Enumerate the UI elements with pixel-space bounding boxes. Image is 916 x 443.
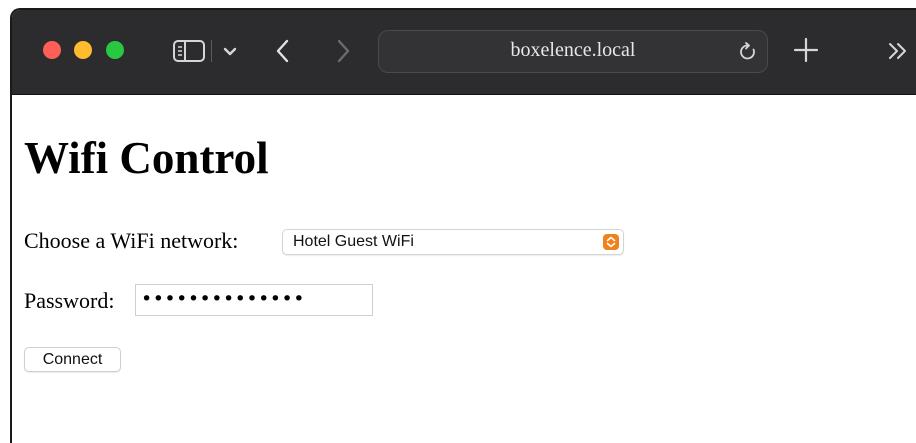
address-bar[interactable]: boxelence.local bbox=[378, 30, 768, 73]
password-value: •••••••••••••• bbox=[141, 288, 305, 310]
network-select-value: Hotel Guest WiFi bbox=[293, 233, 414, 250]
connect-button[interactable]: Connect bbox=[24, 347, 121, 372]
password-label: Password: bbox=[24, 288, 115, 313]
page-content: Wifi Control Choose a WiFi network: Hote… bbox=[24, 94, 916, 443]
close-window-icon[interactable] bbox=[43, 41, 61, 59]
browser-toolbar: boxelence.local bbox=[12, 10, 916, 95]
back-arrow-icon[interactable] bbox=[272, 37, 294, 65]
double-chevron-right-icon[interactable] bbox=[884, 39, 912, 63]
url-text: boxelence.local bbox=[510, 39, 636, 61]
select-arrows-icon bbox=[603, 234, 619, 250]
chevron-down-icon[interactable] bbox=[220, 41, 240, 61]
forward-arrow-icon[interactable] bbox=[332, 37, 354, 65]
network-label: Choose a WiFi network: bbox=[24, 228, 239, 253]
sidebar-icon[interactable] bbox=[172, 39, 206, 63]
network-select[interactable]: Hotel Guest WiFi bbox=[282, 229, 624, 255]
toolbar-divider bbox=[211, 40, 212, 62]
browser-window: boxelence.local Wifi Control Choose a Wi bbox=[10, 8, 916, 443]
plus-icon[interactable] bbox=[790, 34, 822, 66]
password-field[interactable]: •••••••••••••• bbox=[135, 284, 373, 316]
zoom-window-icon[interactable] bbox=[106, 41, 124, 59]
reload-icon[interactable] bbox=[737, 41, 759, 63]
page-title: Wifi Control bbox=[24, 133, 269, 183]
minimize-window-icon[interactable] bbox=[74, 41, 92, 59]
